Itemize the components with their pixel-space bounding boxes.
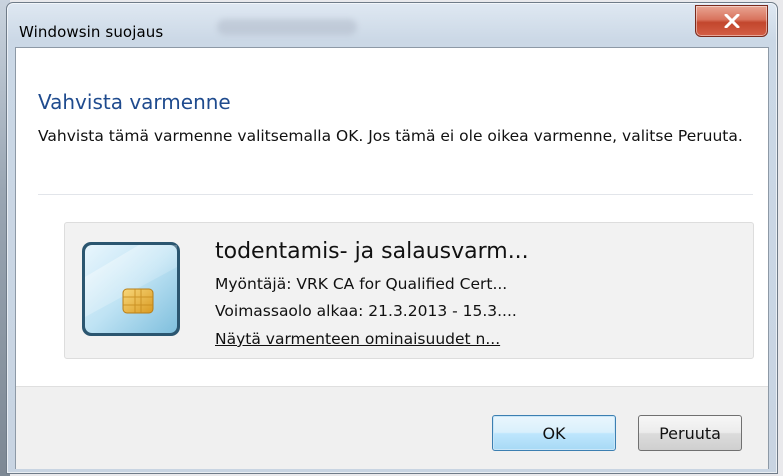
divider xyxy=(38,194,753,195)
close-icon xyxy=(724,14,739,28)
certificate-tile[interactable]: todentamis- ja salausvarm... Myöntäjä: V… xyxy=(64,222,754,359)
security-dialog: Windowsin suojaus Vahvista varmenne Vahv… xyxy=(6,2,778,474)
ok-button[interactable]: OK xyxy=(492,415,616,451)
certificate-issuer: Myöntäjä: VRK CA for Qualified Cert... xyxy=(215,275,508,293)
window-title: Windowsin suojaus xyxy=(19,23,164,41)
smart-card-icon xyxy=(82,242,180,336)
certificate-properties-link[interactable]: Näytä varmenteen ominaisuudet n... xyxy=(215,330,500,348)
dialog-content: Vahvista varmenne Vahvista tämä varmenne… xyxy=(15,47,769,469)
certificate-name: todentamis- ja salausvarm... xyxy=(215,239,529,264)
cancel-button[interactable]: Peruuta xyxy=(638,415,742,451)
dialog-description: Vahvista tämä varmenne valitsemalla OK. … xyxy=(38,127,743,145)
button-bar: OK Peruuta xyxy=(16,386,768,469)
title-bar: Windowsin suojaus xyxy=(7,3,777,47)
blurred-title-background xyxy=(217,19,357,35)
dialog-heading: Vahvista varmenne xyxy=(38,90,231,114)
certificate-validity: Voimassaolo alkaa: 21.3.2013 - 15.3.... xyxy=(215,302,517,320)
close-button[interactable] xyxy=(695,5,768,37)
